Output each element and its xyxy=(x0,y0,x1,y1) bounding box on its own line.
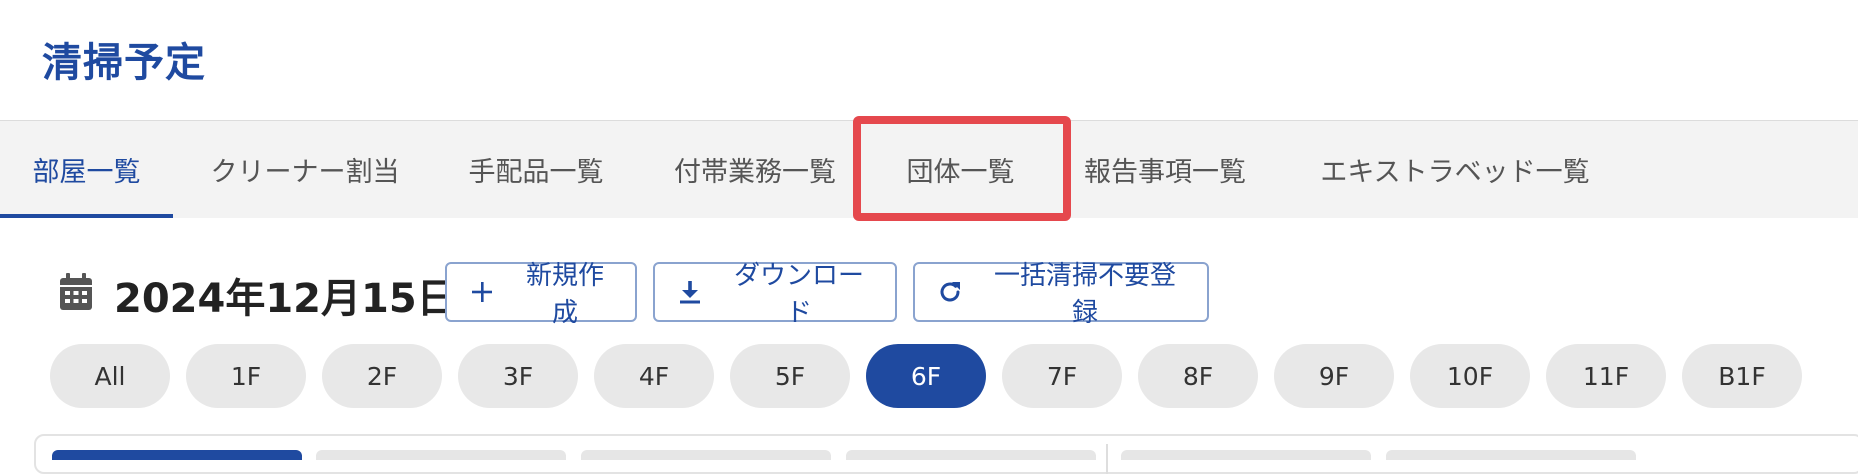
floor-pill-11f[interactable]: 11F xyxy=(1546,344,1666,408)
calendar-icon xyxy=(58,272,94,312)
tab-label: 付帯業務一覧 xyxy=(674,157,836,188)
tab-label: エキストラベッド一覧 xyxy=(1320,157,1590,188)
panel-tab[interactable] xyxy=(1386,450,1636,460)
tab-label: クリーナー割当 xyxy=(210,157,400,188)
download-icon xyxy=(680,281,700,304)
tab-cleaner-assignment[interactable]: クリーナー割当 xyxy=(195,121,415,218)
floor-pill-b1f[interactable]: B1F xyxy=(1682,344,1802,408)
tab-label: 団体一覧 xyxy=(906,157,1015,188)
download-button-label: ダウンロード xyxy=(733,261,864,328)
refresh-icon xyxy=(940,282,960,302)
tab-groups[interactable]: 団体一覧 xyxy=(868,121,1053,218)
tab-additional-tasks[interactable]: 付帯業務一覧 xyxy=(660,121,850,218)
new-button[interactable]: 新規作成 xyxy=(445,261,637,328)
divider xyxy=(1106,444,1108,474)
plus-icon xyxy=(472,282,492,302)
floor-pill-7f[interactable]: 7F xyxy=(1002,344,1122,408)
panel-tab[interactable] xyxy=(316,450,566,460)
panel-tab[interactable] xyxy=(581,450,831,460)
tab-label: 手配品一覧 xyxy=(468,157,604,188)
tab-rooms[interactable]: 部屋一覧 xyxy=(0,121,173,218)
tab-label: 部屋一覧 xyxy=(32,157,141,188)
page-title: 清掃予定 xyxy=(42,40,206,86)
floor-pill-6f[interactable]: 6F xyxy=(866,344,986,408)
floor-pill-9f[interactable]: 9F xyxy=(1274,344,1394,408)
floor-pill-8f[interactable]: 8F xyxy=(1138,344,1258,408)
current-date: 2024年12月15日 xyxy=(114,276,457,322)
floor-pill-all[interactable]: All xyxy=(50,344,170,408)
content-panel xyxy=(34,434,1858,474)
tab-bar: 部屋一覧 クリーナー割当 手配品一覧 付帯業務一覧 団体一覧 報告事項一覧 エキ… xyxy=(0,120,1858,218)
new-button-label: 新規作成 xyxy=(525,261,604,328)
floor-pill-5f[interactable]: 5F xyxy=(730,344,850,408)
tab-label: 報告事項一覧 xyxy=(1084,157,1246,188)
floor-pill-1f[interactable]: 1F xyxy=(186,344,306,408)
tab-extra-beds[interactable]: エキストラベッド一覧 xyxy=(1300,121,1610,218)
download-button[interactable]: ダウンロード xyxy=(653,261,897,328)
floor-pill-4f[interactable]: 4F xyxy=(594,344,714,408)
panel-tab[interactable] xyxy=(1121,450,1371,460)
bulk-no-cleaning-label: 一括清掃不要登録 xyxy=(993,261,1176,328)
bulk-no-cleaning-button[interactable]: 一括清掃不要登録 xyxy=(913,261,1209,328)
tab-supplies[interactable]: 手配品一覧 xyxy=(452,121,620,218)
floor-pill-10f[interactable]: 10F xyxy=(1410,344,1530,408)
panel-tab[interactable] xyxy=(52,450,302,460)
tab-reports[interactable]: 報告事項一覧 xyxy=(1070,121,1260,218)
floor-filter: All 1F 2F 3F 4F 5F 6F 7F 8F 9F 10F 11F B… xyxy=(0,344,1858,408)
toolbar: 2024年12月15日 新規作成 ダウンロード 一括清掃不要登録 xyxy=(0,261,1858,328)
floor-pill-3f[interactable]: 3F xyxy=(458,344,578,408)
floor-pill-2f[interactable]: 2F xyxy=(322,344,442,408)
panel-tab[interactable] xyxy=(846,450,1096,460)
